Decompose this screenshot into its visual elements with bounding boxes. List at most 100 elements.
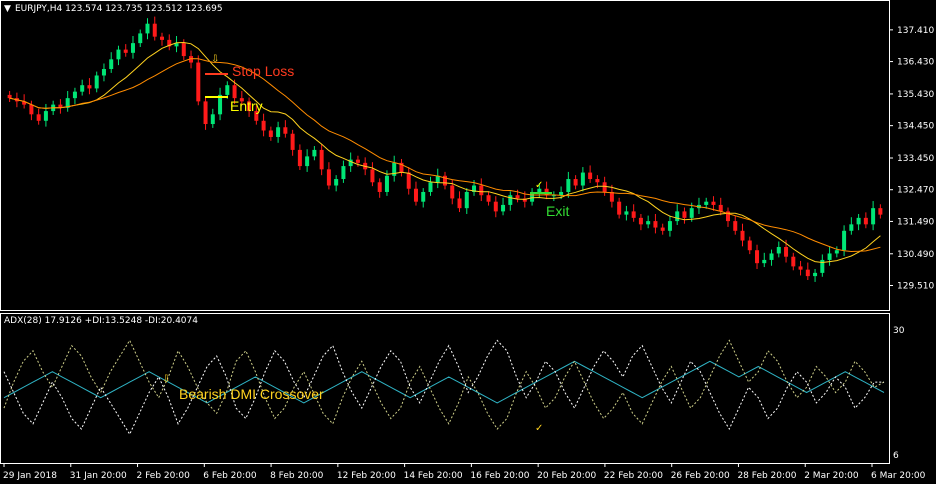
- candle-body: [319, 149, 324, 170]
- candle-body: [450, 185, 455, 199]
- y-axis-labels: 137.410 136.430 135.430 134.450 133.450 132.4…: [889, 26, 934, 461]
- candle-body: [181, 43, 186, 57]
- candle-body: [559, 191, 564, 196]
- candle-body: [689, 208, 694, 218]
- y-tick-label: 137.410: [897, 26, 934, 36]
- entry-label: Entry: [230, 98, 263, 114]
- candlestick-series: [7, 16, 883, 282]
- candle-body: [377, 182, 382, 192]
- candle-body: [36, 114, 41, 121]
- candle-body: [109, 59, 114, 70]
- candle-body: [261, 120, 266, 131]
- candle-body: [268, 130, 273, 137]
- candle-body: [682, 211, 687, 218]
- candle-body: [863, 217, 868, 225]
- x-tick-label: 6 Mar 20:00: [871, 471, 926, 481]
- candle-body: [733, 221, 738, 231]
- x-tick-label: 12 Feb 20:00: [337, 471, 396, 481]
- x-tick-label: 26 Feb 20:00: [671, 471, 730, 481]
- exit-label: Exit: [546, 203, 569, 219]
- candle-body: [805, 269, 810, 277]
- candle-body: [740, 230, 745, 241]
- y-tick-label: 134.450: [897, 122, 934, 132]
- indicator-y-tick-label: 6: [893, 451, 899, 461]
- candle-body: [711, 201, 716, 205]
- checkmark-icon: ✓: [535, 180, 543, 191]
- y-tick-label: 129.510: [897, 281, 934, 291]
- candle-body: [704, 201, 709, 205]
- x-tick-label: 2 Feb 20:00: [137, 471, 191, 481]
- candle-body: [609, 191, 614, 202]
- candle-body: [94, 75, 99, 89]
- candle-body: [406, 172, 411, 189]
- minus-di-line: [3, 339, 884, 436]
- candle-body: [210, 114, 215, 125]
- candle-body: [791, 256, 796, 267]
- candle-body: [580, 172, 585, 186]
- candle-body: [856, 217, 861, 225]
- candle-body: [203, 101, 208, 125]
- candle-body: [813, 272, 818, 277]
- candle-body: [123, 49, 128, 53]
- candle-body: [827, 253, 832, 260]
- candle-body: [196, 62, 201, 102]
- candle-body: [29, 104, 34, 115]
- moving-average-lines: [9, 41, 881, 264]
- indicator-y-tick-label: 30: [893, 326, 905, 336]
- ma-fast-line: [9, 41, 881, 264]
- candle-body: [762, 259, 767, 264]
- candle-body: [638, 217, 643, 225]
- candle-body: [784, 246, 789, 257]
- candle-body: [43, 111, 48, 121]
- candle-body: [80, 85, 85, 92]
- x-tick-label: 28 Feb 20:00: [737, 471, 796, 481]
- candle-body: [341, 166, 346, 180]
- candle-body: [232, 85, 237, 99]
- candle-body: [769, 253, 774, 260]
- candle-body: [384, 175, 389, 192]
- candle-body: [457, 198, 462, 209]
- exit-check-icon: ✓: [535, 423, 543, 434]
- candle-body: [566, 179, 571, 192]
- indicator-panel-frame: [0, 313, 890, 464]
- candle-body: [101, 69, 106, 76]
- candle-body: [297, 149, 302, 167]
- candle-body: [493, 201, 498, 212]
- candle-body: [87, 85, 92, 89]
- candle-body: [573, 179, 578, 186]
- candle-body: [225, 85, 230, 95]
- candle-body: [145, 23, 150, 34]
- stop-loss-label: Stop Loss: [232, 63, 294, 79]
- y-tick-label: 130.490: [897, 250, 934, 260]
- adx-line: [3, 360, 885, 404]
- down-triangle-icon: ▼: [4, 4, 11, 14]
- y-tick-label: 136.430: [897, 58, 934, 68]
- candle-body: [624, 211, 629, 215]
- candle-body: [667, 221, 672, 231]
- candle-body: [326, 169, 331, 186]
- x-tick-label: 20 Feb 20:00: [537, 471, 596, 481]
- chart-canvas: 137.410 136.430 135.430 134.450 133.450 132.4…: [0, 0, 934, 481]
- candle-body: [602, 182, 607, 192]
- candle-body: [305, 156, 310, 167]
- x-tick-label: 8 Feb 20:00: [270, 471, 324, 481]
- candle-body: [116, 49, 121, 60]
- candle-body: [160, 36, 165, 40]
- candle-body: [413, 188, 418, 202]
- x-tick-label: 6 Feb 20:00: [203, 471, 257, 481]
- candle-body: [871, 208, 876, 225]
- candle-body: [276, 127, 281, 137]
- candle-body: [653, 221, 658, 228]
- candle-body: [312, 149, 317, 157]
- candle-body: [464, 191, 469, 209]
- candle-body: [755, 250, 760, 264]
- candle-body: [479, 185, 484, 196]
- main-chart-title: EURJPY,H4 123.574 123.735 123.512 123.69…: [15, 4, 223, 14]
- indicator-series: [3, 339, 885, 436]
- candle-body: [776, 246, 781, 254]
- candle-body: [428, 182, 433, 192]
- x-axis-labels: 29 Jan 2018 31 Jan 20:00 2 Feb 20:00 6 Feb …: [3, 463, 926, 481]
- candle-body: [283, 127, 288, 134]
- candle-body: [7, 94, 12, 99]
- candle-body: [849, 224, 854, 231]
